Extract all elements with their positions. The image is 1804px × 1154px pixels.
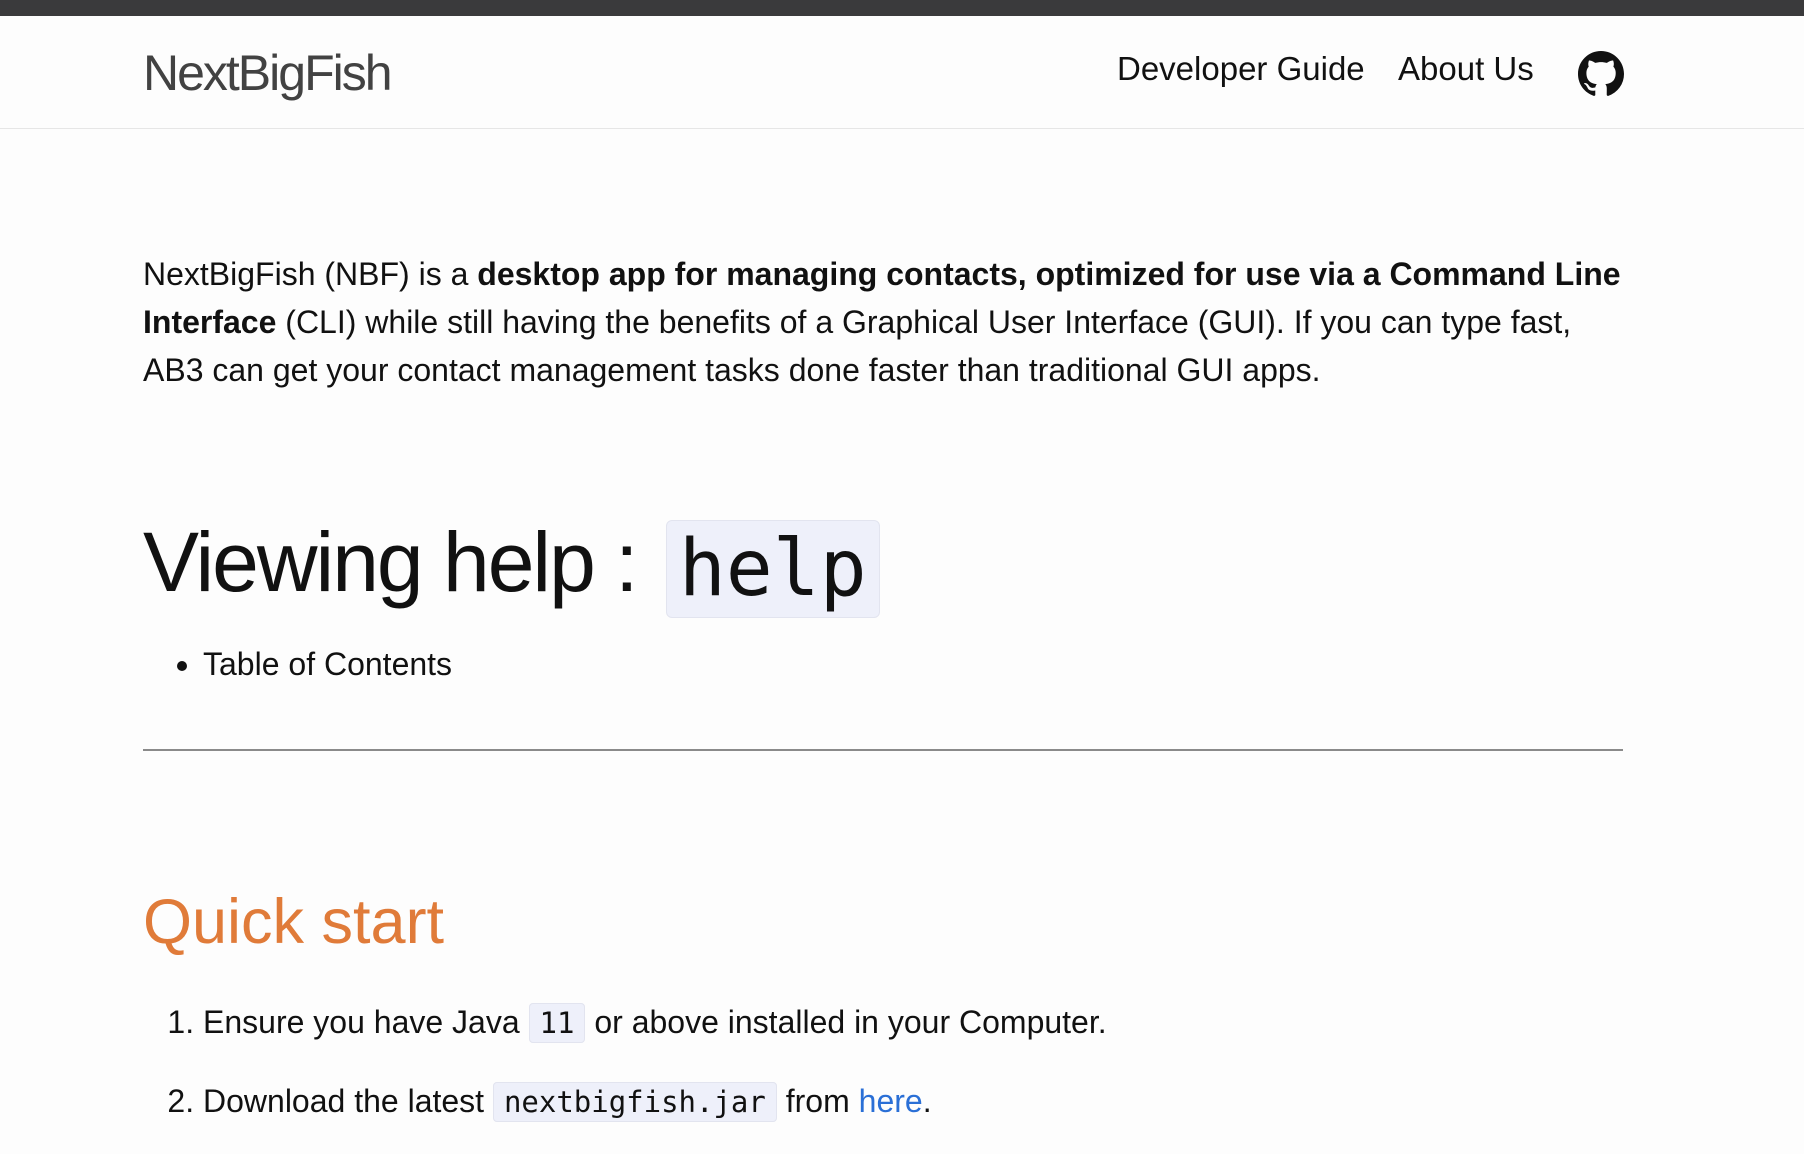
help-command-code: help — [665, 519, 880, 618]
nav-developer-guide[interactable]: Developer Guide — [1117, 50, 1365, 88]
nav-about-us-link[interactable]: About Us — [1398, 50, 1534, 87]
section-divider — [143, 749, 1623, 751]
browser-top-strip — [0, 0, 1804, 17]
site-title[interactable]: NextBigFish — [143, 44, 393, 102]
quick-start-heading: Quick start — [143, 887, 445, 957]
java-version-code: 11 — [528, 1003, 586, 1043]
list-item: Ensure you have Java 11 or above install… — [203, 996, 1107, 1049]
step2-text: Download the latest — [203, 1083, 493, 1119]
toc-item[interactable]: Table of Contents — [203, 640, 452, 688]
github-icon[interactable] — [1578, 51, 1624, 97]
help-heading-text: Viewing help : — [143, 515, 658, 609]
step1-text: Ensure you have Java — [203, 1004, 529, 1040]
jar-filename-code: nextbigfish.jar — [492, 1082, 777, 1122]
step2-text-after: . — [922, 1083, 932, 1119]
intro-text-1: NextBigFish (NBF) is a — [143, 256, 478, 292]
intro-paragraph: NextBigFish (NBF) is a desktop app for m… — [143, 250, 1623, 394]
step2-text-middle: from — [776, 1083, 859, 1119]
step1-text-after: or above installed in your Computer. — [585, 1004, 1107, 1040]
intro-section: NextBigFish (NBF) is a desktop app for m… — [143, 250, 1623, 394]
download-here-link[interactable]: here — [859, 1083, 923, 1119]
list-item: Download the latest nextbigfish.jar from… — [203, 1075, 1107, 1128]
intro-text-2: (CLI) while still having the benefits of… — [143, 304, 1572, 388]
site-header: NextBigFish Developer Guide About Us — [0, 16, 1804, 129]
nav-about-us[interactable]: About Us — [1398, 50, 1534, 88]
nav-developer-guide-link[interactable]: Developer Guide — [1117, 50, 1365, 87]
help-heading: Viewing help : help — [143, 512, 880, 618]
table-of-contents-list: Table of Contents — [143, 640, 452, 688]
quick-start-steps: Ensure you have Java 11 or above install… — [143, 996, 1107, 1154]
